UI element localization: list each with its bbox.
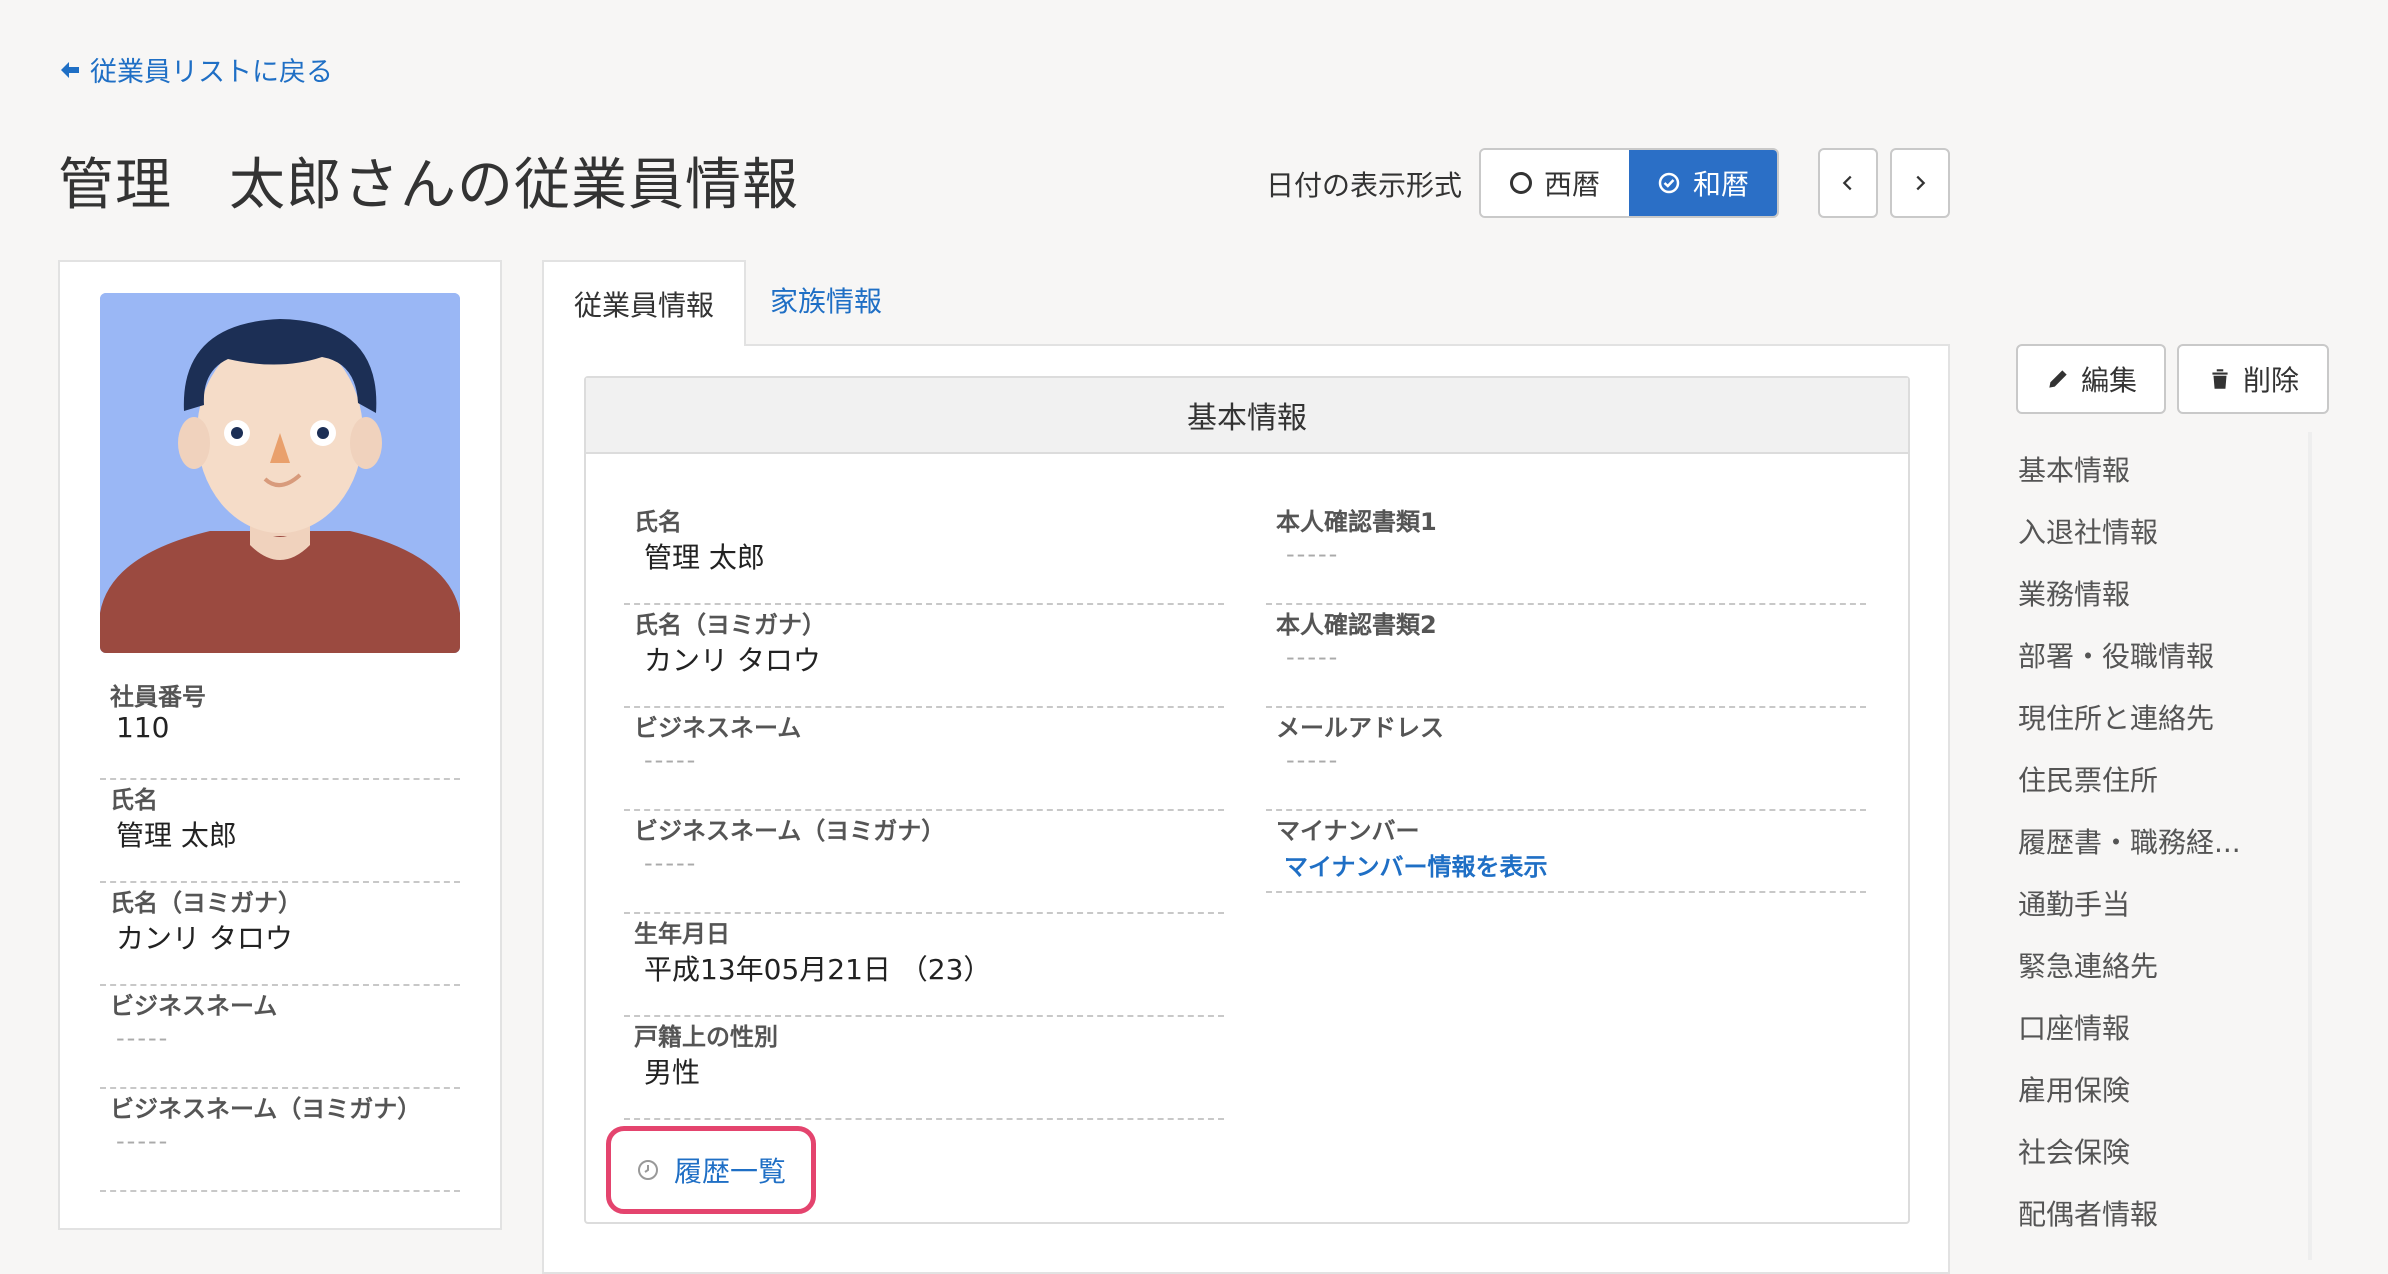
- side-nav-item[interactable]: 履歴書・職務経...: [2018, 810, 2318, 872]
- field-label: 氏名（ヨミガナ）: [634, 611, 826, 639]
- field-label: 戸籍上の性別: [634, 1023, 778, 1051]
- history-list-button[interactable]: 履歴一覧: [606, 1126, 816, 1214]
- section-title: 基本情報: [586, 378, 1908, 454]
- side-nav-item[interactable]: 緊急連絡先: [2018, 934, 2318, 996]
- profile-field-name: 氏名 管理 太郎: [100, 780, 460, 883]
- tab-employee-info[interactable]: 従業員情報: [542, 260, 746, 346]
- field-value: 110: [116, 711, 170, 744]
- avatar: [100, 293, 460, 653]
- profile-field-business-name: ビジネスネーム -----: [100, 986, 460, 1089]
- field-label: ビジネスネーム: [634, 714, 802, 742]
- field-value: -----: [644, 746, 698, 774]
- option-label: 和暦: [1692, 168, 1749, 201]
- field-label: メールアドレス: [1276, 714, 1444, 742]
- side-nav-item[interactable]: 住民票住所: [2018, 748, 2318, 810]
- field-value: -----: [644, 849, 698, 877]
- show-my-number-link[interactable]: マイナンバー情報を表示: [1284, 847, 1548, 882]
- tab-family-info[interactable]: 家族情報: [770, 280, 882, 320]
- avatar-illustration: [100, 293, 460, 653]
- side-nav-item[interactable]: 基本情報: [2018, 438, 2318, 500]
- delete-label: 削除: [2242, 364, 2299, 397]
- profile-field-name-kana: 氏名（ヨミガナ） カンリ タロウ: [100, 883, 460, 986]
- field-value: 男性: [644, 1056, 701, 1089]
- side-nav-item[interactable]: 現住所と連絡先: [2018, 686, 2318, 748]
- next-employee-button[interactable]: [1890, 148, 1950, 218]
- date-format-label: 日付の表示形式: [1266, 169, 1463, 202]
- field-label: ビジネスネーム（ヨミガナ）: [634, 817, 946, 845]
- field-label: 本人確認書類2: [1276, 611, 1437, 639]
- side-nav-item[interactable]: 社会保険: [2018, 1120, 2318, 1182]
- field-business-name: ビジネスネーム -----: [624, 708, 1224, 811]
- field-label: 本人確認書類1: [1276, 508, 1437, 536]
- field-value: 管理 太郎: [644, 541, 765, 574]
- field-label: 生年月日: [634, 920, 730, 948]
- profile-field-business-name-kana: ビジネスネーム（ヨミガナ） -----: [100, 1089, 460, 1192]
- pencil-icon: [2049, 370, 2067, 388]
- trash-icon: [2212, 369, 2228, 389]
- history-list-label: 履歴一覧: [673, 1155, 786, 1188]
- field-label: 氏名: [110, 786, 158, 814]
- side-nav-item[interactable]: 通勤手当: [2018, 872, 2318, 934]
- side-nav-item[interactable]: 業務情報: [2018, 562, 2318, 624]
- field-business-name-kana: ビジネスネーム（ヨミガナ） -----: [624, 811, 1224, 914]
- delete-button[interactable]: 削除: [2177, 344, 2329, 414]
- field-name-kana: 氏名（ヨミガナ） カンリ タロウ: [624, 605, 1224, 708]
- field-name: 氏名 管理 太郎: [624, 502, 1224, 605]
- profile-field-employee-number: 社員番号 110: [100, 677, 460, 780]
- date-format-option-japanese[interactable]: 和暦: [1629, 150, 1777, 216]
- side-nav-item[interactable]: 雇用保険: [2018, 1058, 2318, 1120]
- edit-button[interactable]: 編集: [2016, 344, 2166, 414]
- field-label: ビジネスネーム（ヨミガナ）: [110, 1095, 422, 1123]
- side-nav-item[interactable]: 部署・役職情報: [2018, 624, 2318, 686]
- page-title: 管理 太郎さんの従業員情報: [58, 153, 799, 218]
- field-value: 平成13年05月21日 （23）: [644, 953, 992, 986]
- side-nav-item[interactable]: 入退社情報: [2018, 500, 2318, 562]
- field-value: 管理 太郎: [116, 819, 237, 852]
- field-value: -----: [1286, 746, 1340, 774]
- field-id-document-1: 本人確認書類1 -----: [1266, 502, 1866, 605]
- field-label: マイナンバー: [1276, 817, 1420, 845]
- date-format-option-western[interactable]: 西暦: [1481, 150, 1629, 216]
- side-nav-item[interactable]: 配偶者情報: [2018, 1182, 2318, 1244]
- field-gender: 戸籍上の性別 男性: [624, 1017, 1224, 1120]
- section-side-nav: 基本情報 入退社情報 業務情報 部署・役職情報 現住所と連絡先 住民票住所 履歴…: [2018, 438, 2318, 1244]
- profile-card: 社員番号 110 氏名 管理 太郎 氏名（ヨミガナ） カンリ タロウ ビジネスネ…: [58, 260, 502, 1230]
- date-format-toggle: 西暦 和暦: [1479, 148, 1779, 218]
- field-value: カンリ タロウ: [644, 644, 821, 677]
- field-label: ビジネスネーム: [110, 992, 278, 1020]
- side-nav-item[interactable]: 口座情報: [2018, 996, 2318, 1058]
- chevron-left-icon: [1842, 175, 1852, 191]
- edit-label: 編集: [2080, 364, 2137, 397]
- back-to-employee-list-link[interactable]: 従業員リストに戻る: [58, 50, 333, 89]
- radio-unchecked-icon: [1509, 172, 1532, 194]
- clock-icon: [637, 1160, 658, 1180]
- field-value: -----: [116, 1024, 170, 1052]
- field-value: -----: [116, 1127, 170, 1155]
- field-value: カンリ タロウ: [116, 922, 293, 955]
- check-circle-icon: [1658, 172, 1680, 194]
- field-email: メールアドレス -----: [1266, 708, 1866, 811]
- field-label: 氏名: [634, 508, 682, 536]
- field-label: 社員番号: [110, 683, 206, 711]
- field-label: 氏名（ヨミガナ）: [110, 889, 302, 917]
- back-link-label: 従業員リストに戻る: [90, 57, 333, 88]
- field-value: -----: [1286, 643, 1340, 671]
- field-my-number: マイナンバー マイナンバー情報を表示: [1266, 811, 1866, 893]
- field-value: -----: [1286, 540, 1340, 568]
- previous-employee-button[interactable]: [1818, 148, 1878, 218]
- field-id-document-2: 本人確認書類2 -----: [1266, 605, 1866, 708]
- arrow-left-icon: [61, 61, 79, 78]
- chevron-right-icon: [1916, 175, 1926, 191]
- option-label: 西暦: [1543, 168, 1600, 201]
- field-birth-date: 生年月日 平成13年05月21日 （23）: [624, 914, 1224, 1017]
